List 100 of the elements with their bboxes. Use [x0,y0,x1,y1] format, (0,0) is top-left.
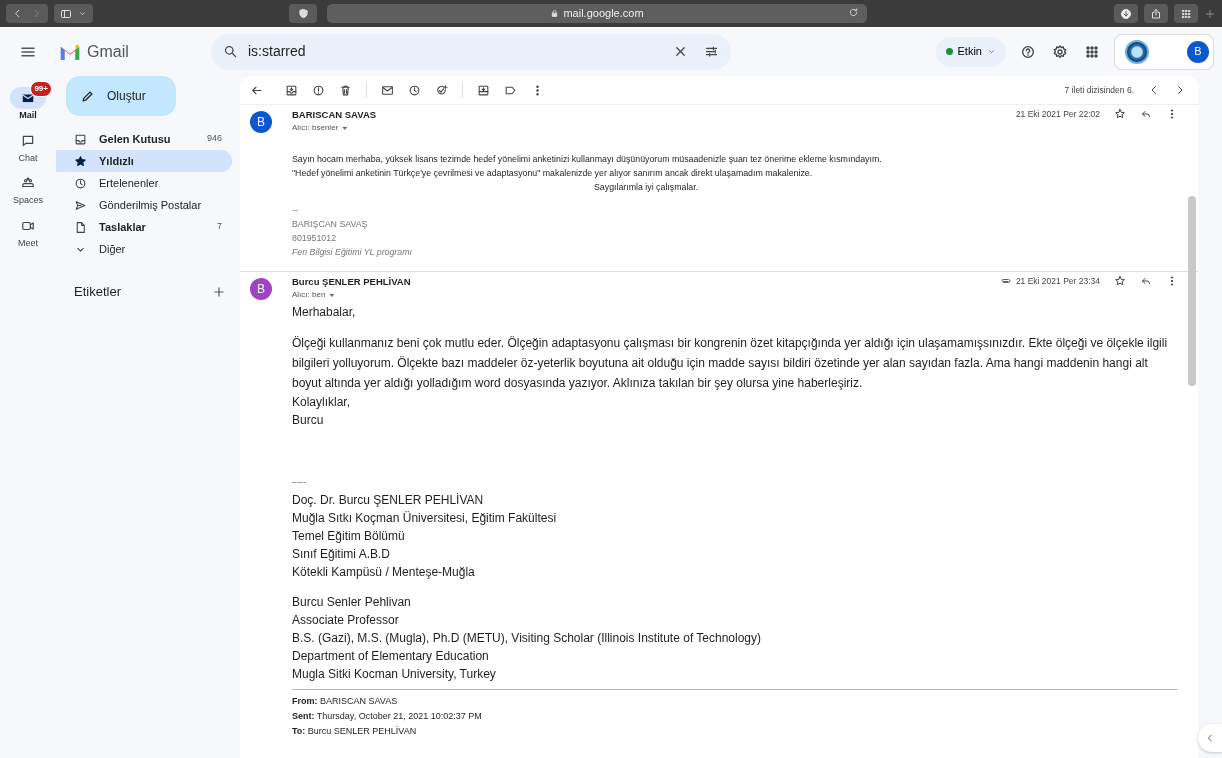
download-button[interactable] [1114,4,1138,23]
message-line: Saygılarımla iyi çalışmalar. [593,181,700,195]
message-date: 21 Eki 2021 Per 22:02 [1015,108,1100,121]
caret-icon [328,291,337,300]
add-task-icon [435,83,448,97]
envelope-icon [21,91,35,105]
shield-button[interactable] [289,4,317,23]
rail-item[interactable]: Meet [3,207,53,250]
sender-name: BARISCAN SAVAS [292,108,377,122]
sidebar-button[interactable] [54,4,93,23]
rail-item[interactable]: Spaces [3,165,53,208]
trash-icon [339,83,352,97]
message-line: Burcu Senler Pehlivan [292,594,412,612]
apps-button[interactable] [1084,43,1100,60]
star-icon [1114,108,1126,121]
message-line: Sınıf Eğitimi A.B.D [292,546,392,564]
shield-icon [297,8,309,19]
chevron-down-icon [78,9,87,18]
send-icon [74,198,87,212]
address-bar[interactable]: mail.google.com [327,4,867,23]
people-icon [21,176,35,190]
delete-button[interactable] [339,83,352,97]
star-icon [74,154,87,168]
move-to-button[interactable] [477,83,490,97]
message-line: Burcu [292,412,325,430]
help-icon [1020,43,1036,60]
message-line: Ölçeği kullanmanız beni çok mutlu eder. Ölçeğin adaptasyonu çalışması bir kongrenin özet kitapçığında yer aldığı için ulaşamamışsınızdır. Ekte ölçeği ve ölçekle ilgili bilgileri yolluyorum. Ölçekte bazı maddeler öz-yeterlik boyutuna ait olduğu için madde sayısı bildiri özetinde yer alan sayıdan fazla. Ama hangi maddenin hangi alt boyut altında yer aldığı yolladığım word dosyasında yazıyor. Aklınıza takılan bir şey olursa yine haberleşiriz. [292,335,1169,393]
message-line: Kötekli Kampüsü / Menteşe-Muğla [292,564,476,582]
nav-item[interactable]: Diğer [56,238,232,260]
app-name: Gmail [87,41,130,62]
star-button[interactable] [1114,275,1126,288]
share-button[interactable] [1144,4,1168,23]
star-button[interactable] [1114,108,1126,121]
document-icon [74,220,87,234]
search-icon [223,44,238,59]
recipient-dropdown[interactable]: Alıcı: ben [292,289,337,302]
search-bar[interactable]: is:starred [211,33,731,70]
rail-item[interactable]: Chat [3,122,53,165]
message-line: Fen Bilgisi Eğitimi YL programı [292,246,413,260]
close-icon [673,44,688,59]
logo-icon [59,43,81,60]
grid-icon [1084,43,1100,60]
star-icon [1114,275,1126,288]
rail-item[interactable]: 99+ Mail [3,80,53,123]
message-line: BARIŞCAN SAVAŞ [292,218,369,232]
scrollbar[interactable] [1188,196,1196,386]
snooze-button[interactable] [408,83,421,97]
account-avatar[interactable]: B [1187,40,1209,63]
clear-search-button[interactable] [673,44,688,59]
message-line: Mugla Sitki Kocman University, Turkey [292,666,497,684]
plus-icon [212,284,226,299]
message-line: Department of Elementary Education [292,648,490,666]
compose-button[interactable]: Oluştur [66,76,176,116]
settings-button[interactable] [1052,43,1068,60]
reload-icon [848,7,859,18]
clock-icon [74,176,87,190]
quoted-header-line: To: Burcu SENLER PEHLİVAN [292,725,418,739]
nav-item[interactable]: Taslaklar 7 [56,216,232,238]
message-line: B.S. (Gazi), M.S. (Mugla), Ph.D (METU), Visiting Scholar (Illinois Institute of Technology) [292,630,763,648]
labels-heading: Etiketler [74,283,121,301]
add-task-button[interactable] [435,83,448,97]
side-panel-toggle[interactable] [1198,724,1222,752]
alert-icon [312,83,325,97]
mark-unread-button[interactable] [381,83,394,97]
lock-icon [550,9,560,18]
recipient-dropdown[interactable]: Alıcı: bsenler [292,122,350,135]
sender-avatar: B [250,278,272,301]
archive-icon [285,83,298,97]
message-line: Muğla Sıtkı Koçman Üniversitesi, Eğitim Fakültesi [292,510,558,528]
message-line: Merhabalar, [292,304,357,322]
sender-name: Burcu ŞENLER PEHLİVAN [292,275,411,290]
nav-item[interactable]: Gönderilmiş Postalar [56,194,232,216]
thread-counter: 7 ileti dizisinden 6. [1064,83,1134,97]
clock-icon [408,83,421,97]
caret-icon [341,124,350,133]
grid-icon [1180,7,1192,20]
nav-item[interactable]: Gelen Kutusu 946 [56,128,232,150]
search-options-button[interactable] [704,44,719,59]
sender-avatar: B [250,111,272,133]
chat-icon [21,133,35,148]
search-field[interactable]: is:starred [246,40,665,63]
message-line: Temel Eğitim Bölümü [292,528,406,546]
settings-icon [1052,43,1068,60]
organization-logo [1125,39,1149,64]
nav-item[interactable]: Yıldızlı [56,150,232,172]
report-spam-button[interactable] [312,83,325,97]
help-button[interactable] [1020,43,1036,60]
nav-item[interactable]: Ertelenenler [56,172,232,194]
sliders-icon [704,44,719,59]
badge: 99+ [30,81,52,97]
archive-button[interactable] [285,83,298,97]
message-line: Associate Professor [292,612,400,630]
message-line: -- [292,204,299,218]
new-tab-icon [1204,7,1216,20]
status-button[interactable]: Etkin [935,36,1006,67]
tab-overview-button[interactable] [1174,4,1198,23]
share-icon [1150,7,1162,20]
add-label-button[interactable] [212,284,226,299]
message-line: Kolaylıklar, [292,394,352,412]
message-line: "Hedef yönelimi anketinin Türkçe'ye çevrilmesi ve adaptasyonu" makalenizde yer alıyor sanırım ancak direkt ulaşamadım makalenize. [292,167,814,181]
